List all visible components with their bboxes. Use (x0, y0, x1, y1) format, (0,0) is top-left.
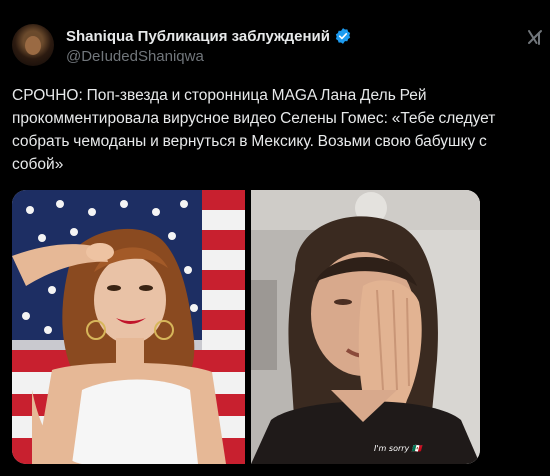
photo-lana[interactable] (12, 190, 245, 464)
verified-badge-icon (335, 28, 351, 44)
video-caption: I'm sorry 🇲🇽 (374, 444, 422, 453)
media-grid (12, 190, 480, 464)
grok-icon[interactable] (526, 28, 544, 46)
author-block: Shaniqua Публикация заблуждений @DeIuded… (66, 26, 352, 65)
display-name[interactable]: Shaniqua Публикация заблуждений (66, 28, 330, 45)
tweet-text: СРОЧНО: Поп-звезда и сторонница MAGA Лан… (12, 87, 496, 173)
avatar[interactable] (12, 24, 54, 66)
photo-selena[interactable] (251, 190, 480, 464)
tweet: Shaniqua Публикация заблуждений @DeIuded… (0, 0, 550, 476)
handle[interactable]: @DeIudedShaniqwa (66, 48, 352, 65)
